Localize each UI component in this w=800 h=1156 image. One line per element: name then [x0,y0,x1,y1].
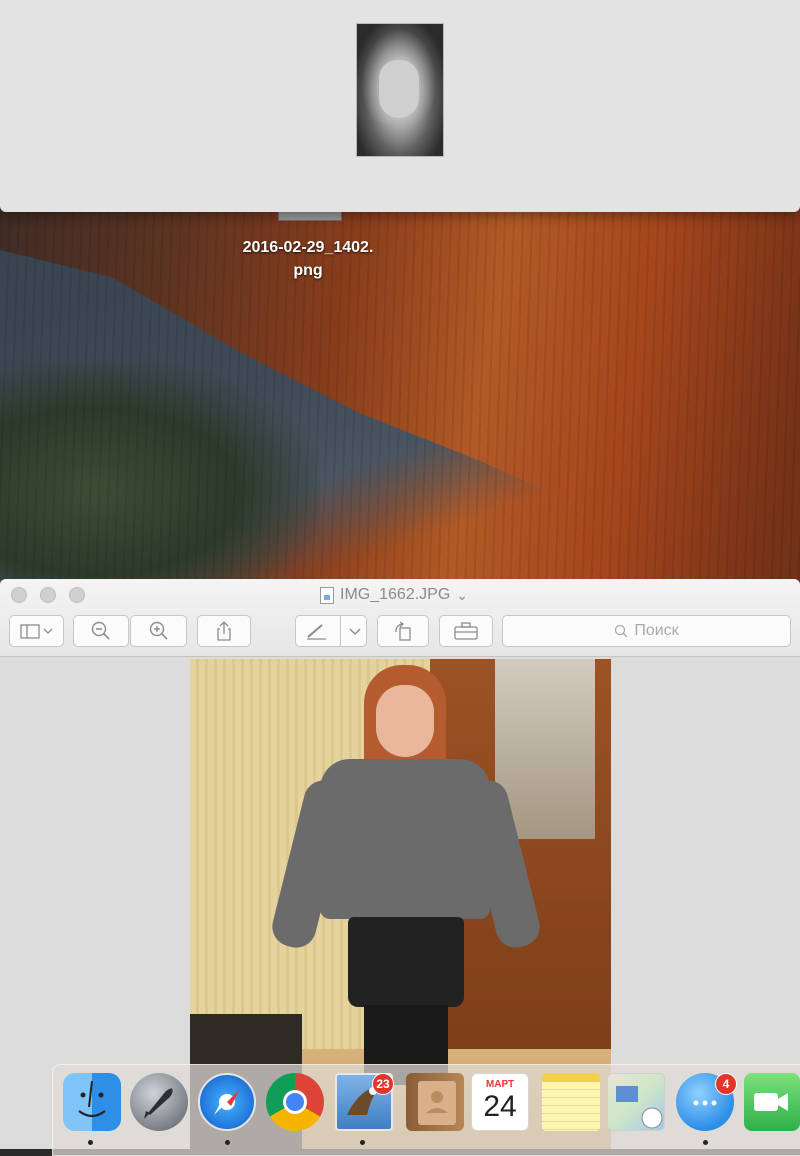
quicklook-image-thumbnail [356,23,444,157]
preview-titlebar: IMG_1662.JPG ⌄ Поиск [0,579,800,657]
dock-safari[interactable] [198,1073,256,1131]
document-icon [320,586,334,604]
dock-running-indicator [703,1140,708,1145]
pen-icon [307,624,326,640]
dock-contacts[interactable] [406,1073,464,1131]
dock-launchpad[interactable] [130,1073,188,1131]
dock-running-indicator [225,1140,230,1145]
dock-maps[interactable] [607,1073,665,1131]
markup-divider [340,616,341,646]
photo-person-skirt [348,917,464,1007]
search-icon [615,624,628,638]
markup-button[interactable] [295,615,367,647]
zoom-out-icon [91,621,110,640]
desktop-file-label[interactable]: 2016-02-29_1402. png [200,236,416,282]
zoom-out-button[interactable] [73,615,129,647]
finder-icon [78,1080,106,1118]
chevron-down-icon[interactable] [348,627,362,637]
window-title-text: IMG_1662.JPG [340,586,451,603]
mail-badge: 23 [372,1073,394,1095]
toolbox-button[interactable] [439,615,493,647]
calendar-day: 24 [483,1090,517,1123]
compass-icon [214,1089,240,1115]
calendar-month: МАРТ [485,1079,515,1090]
toolbox-icon [454,622,478,640]
dock-facetime[interactable] [744,1073,800,1131]
desktop-file-label-line2: png [293,262,323,279]
close-button[interactable] [11,587,27,603]
search-input[interactable]: Поиск [502,615,791,647]
rotate-button[interactable] [377,615,429,647]
dock-running-indicator [360,1140,365,1145]
share-icon [217,621,231,641]
sidebar-toggle-button[interactable] [9,615,64,647]
rocket-icon [144,1088,173,1119]
desktop-file-icon[interactable] [278,212,342,221]
zoom-in-icon [149,621,168,640]
zoom-window-button[interactable] [69,587,85,603]
dock-running-indicator [88,1140,93,1145]
dock-chrome[interactable] [266,1073,324,1131]
search-placeholder: Поиск [634,622,679,639]
chevron-down-icon: ⌄ [456,586,469,603]
dock-notes[interactable] [542,1073,600,1131]
chrome-icon [283,1090,307,1114]
rotate-icon [395,621,411,641]
dock-finder[interactable] [63,1073,121,1131]
dock-calendar[interactable]: МАРТ 24 [471,1073,529,1131]
facetime-icon [754,1093,788,1111]
contacts-icon [418,1081,456,1125]
maps-icon [616,1086,663,1129]
thumbnail-face [379,60,419,118]
photo-person-body [320,759,490,919]
share-button[interactable] [197,615,251,647]
messages-badge: 4 [715,1073,737,1095]
quicklook-window [0,0,800,212]
sidebar-icon [19,624,52,639]
desktop-file-label-line1: 2016-02-29_1402. [242,239,374,256]
zoom-in-button[interactable] [130,615,187,647]
photo-person-face [376,685,434,757]
minimize-button[interactable] [40,587,56,603]
window-title[interactable]: IMG_1662.JPG ⌄ [320,584,468,606]
